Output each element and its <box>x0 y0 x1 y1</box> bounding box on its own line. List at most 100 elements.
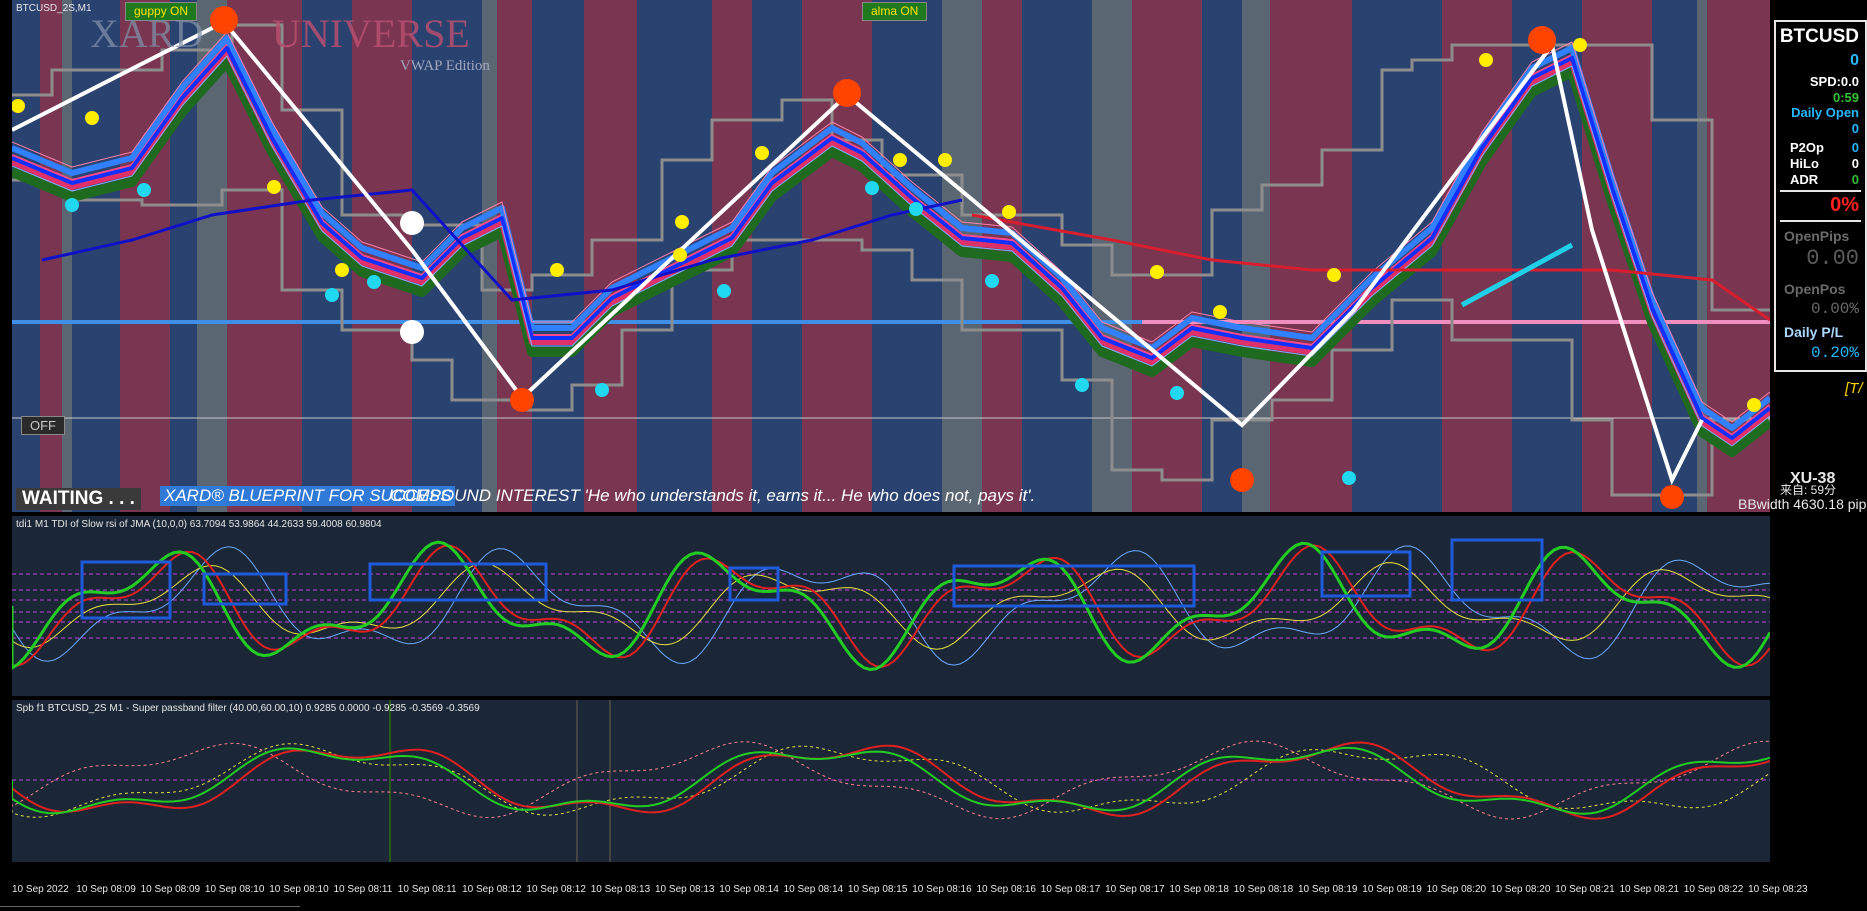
symbol-label: BTCUSD <box>1779 26 1859 47</box>
time-axis-tick: 10 Sep 08:18 <box>1169 884 1229 895</box>
open-pos-value: 0.00% <box>1810 300 1859 318</box>
open-pos-label: OpenPos <box>1784 281 1846 297</box>
time-axis-tick: 10 Sep 08:19 <box>1298 884 1358 895</box>
open-pips-value: 0.00 <box>1806 246 1859 271</box>
time-axis-tick: 10 Sep 08:20 <box>1490 884 1551 895</box>
time-axis-tick: 10 Sep 08:17 <box>1105 884 1165 895</box>
time-axis-tick: 10 Sep 08:15 <box>847 884 908 895</box>
tdi-signal-line <box>12 544 1770 668</box>
passband-filter-pane[interactable] <box>12 700 1770 862</box>
waiting-status: WAITING . . . <box>16 488 141 510</box>
scrollbar[interactable] <box>0 906 300 911</box>
time-axis-tick: 10 Sep 08:22 <box>1683 884 1744 895</box>
time-axis-tick: 10 Sep 08:21 <box>1619 884 1680 895</box>
spb-pane-title: Spb f1 BTCUSD_2S M1 - Super passband fil… <box>16 703 480 714</box>
signal-dot-up <box>1002 205 1016 219</box>
time-axis-tick: 10 Sep 08:11 <box>397 884 457 895</box>
signal-dot-up <box>1747 398 1761 412</box>
stat-value-adr: 0 <box>1851 172 1859 187</box>
swing-marker <box>400 320 424 344</box>
time-axis-tick: 10 Sep 08:21 <box>1555 884 1615 895</box>
timer-label: 0:59 <box>1832 90 1859 105</box>
signal-dot-down <box>1170 386 1184 400</box>
signal-dot-up <box>673 248 687 262</box>
daily-open-value: 0 <box>1851 121 1859 136</box>
signal-dot-down <box>1342 471 1356 485</box>
ticker-text: COMPOUND INTEREST 'He who understands it… <box>390 486 1036 505</box>
watermark-title-left: XARD <box>90 11 204 56</box>
signal-dot-up <box>1327 268 1341 282</box>
signal-dot-down <box>325 288 339 302</box>
price-chart-pane[interactable] <box>12 0 1770 512</box>
signal-dot-down <box>865 181 879 195</box>
time-axis-tick: 10 Sep 08:10 <box>204 884 265 895</box>
time-axis-tick: 10 Sep 08:14 <box>783 884 844 895</box>
signal-dot-up <box>938 153 952 167</box>
time-axis-tick: 10 Sep 08:12 <box>526 884 586 895</box>
time-axis-tick: 10 Sep 08:10 <box>269 884 329 895</box>
signal-dot-up <box>1150 265 1164 279</box>
signal-dot-up <box>85 111 99 125</box>
time-axis-tick: 10 Sep 08:14 <box>719 884 779 895</box>
signal-dot-down <box>367 275 381 289</box>
tdi-market-base-line <box>12 562 1770 650</box>
price-chart-canvas <box>12 0 1770 512</box>
session-band <box>752 0 802 512</box>
time-axis-tick: 10 Sep 08:20 <box>1426 884 1487 895</box>
spread-label: SPD:0.0 <box>1809 74 1859 89</box>
session-band <box>1242 0 1270 512</box>
watermark-edition: VWAP Edition <box>400 58 490 74</box>
stat-value-p2op: 0 <box>1851 140 1859 155</box>
signal-dot-up <box>675 215 689 229</box>
tdi-volatility-band <box>12 545 1770 666</box>
time-axis-tick: 10 Sep 08:17 <box>1040 884 1101 895</box>
swing-marker <box>833 79 861 107</box>
signal-dot-up <box>1573 38 1587 52</box>
tdi-highlight-box <box>728 566 780 602</box>
signal-dot-down <box>595 383 609 397</box>
session-band <box>1022 0 1092 512</box>
symbol-value: 0 <box>1850 52 1859 69</box>
session-band <box>1582 0 1652 512</box>
time-axis-tick: 10 Sep 08:13 <box>655 884 715 895</box>
alma-toggle-button[interactable]: alma ON <box>862 2 928 21</box>
watermark-title-right: UNIVERSE <box>272 11 470 56</box>
signal-dot-up <box>335 263 349 277</box>
time-axis-tick: 10 Sep 08:12 <box>462 884 522 895</box>
stat-value-hilo: 0 <box>1851 156 1859 171</box>
session-band <box>532 0 584 512</box>
time-axis-tick: 10 Sep 08:16 <box>976 884 1037 895</box>
tdi-indicator-pane[interactable] <box>12 516 1770 696</box>
stat-label-p2op: P2Op <box>1790 140 1824 155</box>
signal-dot-down <box>985 274 999 288</box>
signal-dot-down <box>909 202 923 216</box>
session-band <box>872 0 942 512</box>
signal-dot-up <box>550 263 564 277</box>
swing-marker <box>400 211 424 235</box>
signal-dot-down <box>717 284 731 298</box>
swing-marker <box>1528 26 1556 54</box>
time-axis-tick: 10 Sep 08:09 <box>76 884 136 895</box>
signal-dot-up <box>267 180 281 194</box>
session-band <box>482 0 497 512</box>
tdi-indicator-canvas <box>12 538 1770 672</box>
chart-title: BTCUSD_2S,M1 <box>16 3 92 14</box>
daily-open-label: Daily Open <box>1791 105 1859 120</box>
time-axis-tick: 10 Sep 08:23 <box>1748 884 1808 895</box>
time-axis-tick: 10 Sep 08:11 <box>333 884 393 895</box>
session-band <box>1442 0 1512 512</box>
time-axis-tick: 10 Sep 2022 <box>12 884 69 895</box>
signal-dot-down <box>137 183 151 197</box>
open-pips-label: OpenPips <box>1784 228 1850 244</box>
tdi-highlight-box <box>1450 538 1544 602</box>
percent-value: 0% <box>1830 194 1859 216</box>
session-band <box>12 0 40 512</box>
off-toggle-button[interactable]: OFF <box>21 416 65 435</box>
stat-label-adr: ADR <box>1790 172 1819 187</box>
signal-dot-up <box>1213 305 1227 319</box>
swing-marker <box>210 6 238 34</box>
spb-signal-line <box>12 746 1770 815</box>
signal-dot-up <box>893 153 907 167</box>
daily-pl-value: 0.20% <box>1810 344 1859 362</box>
time-axis-tick: 10 Sep 08:13 <box>590 884 651 895</box>
